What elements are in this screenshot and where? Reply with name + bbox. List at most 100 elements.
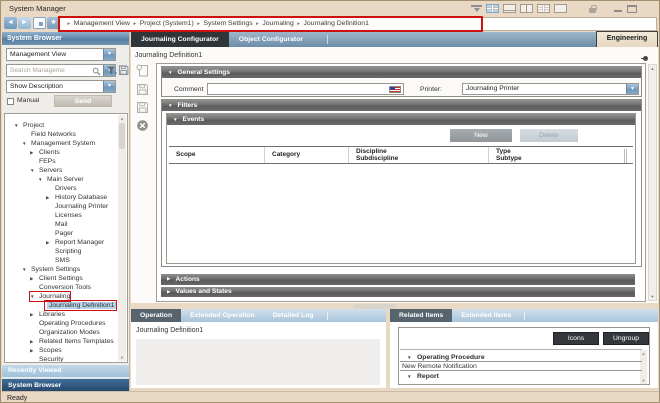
tree-item[interactable]: SMS (5, 256, 118, 265)
chevron-down-icon[interactable]: ▼ (103, 49, 115, 60)
tree-item[interactable]: ▶Libraries (5, 310, 118, 319)
layout-hsplit-icon[interactable] (503, 4, 516, 13)
layout-vsplit-icon[interactable] (520, 4, 533, 13)
tab-extended-operation[interactable]: Extended Operation (181, 309, 264, 322)
chevron-down-icon[interactable]: ▼ (626, 84, 638, 94)
tree-item[interactable]: Scripting (5, 247, 118, 256)
tree-item[interactable]: ▶History Database (5, 193, 118, 202)
expanded-arrow-icon[interactable]: ▼ (14, 121, 23, 130)
icons-button[interactable]: Icons (553, 332, 599, 345)
chevron-down-icon[interactable]: ▼ (103, 81, 115, 92)
dock-layout-icon[interactable] (471, 5, 482, 13)
tree-item[interactable]: Journaling Definition1 (5, 301, 118, 310)
collapsed-arrow-icon[interactable]: ▶ (30, 346, 39, 355)
tree-item[interactable]: ▶Report Manager (5, 238, 118, 247)
general-settings-header[interactable]: ▼ General Settings (162, 67, 641, 78)
column-header-scope[interactable]: Scope (169, 147, 265, 163)
new-button[interactable]: New (450, 129, 512, 142)
collapsed-arrow-icon[interactable]: ▶ (46, 238, 55, 247)
minimize-button[interactable] (614, 5, 623, 13)
tree-item[interactable]: ▼Servers (5, 166, 118, 175)
check-in-icon[interactable] (136, 64, 150, 78)
description-selector[interactable]: Show Description ▼ (6, 80, 116, 93)
layout-grid-active-icon[interactable] (486, 4, 499, 13)
tab-related-items[interactable]: Related Items (390, 309, 452, 322)
save-all-icon[interactable] (136, 101, 150, 115)
forward-button[interactable]: ► (18, 17, 31, 29)
ungroup-button[interactable]: Ungroup (603, 332, 649, 345)
tree-item[interactable]: ▼Journaling (5, 292, 118, 301)
filter-funnel-icon[interactable] (106, 65, 117, 76)
filters-header[interactable]: ▼ Filters (162, 100, 641, 111)
back-button[interactable]: ◄ (4, 17, 17, 29)
tree-item[interactable]: ▶Related Items Templates (5, 337, 118, 346)
related-group-header[interactable]: ▼Operating Procedure (400, 352, 642, 362)
tab-extended-items[interactable]: Extended Items (452, 309, 520, 322)
expanded-arrow-icon[interactable]: ▼ (38, 175, 47, 184)
cancel-circle-icon[interactable] (136, 119, 150, 133)
layout-grid-icon[interactable] (537, 4, 550, 13)
tree-item[interactable]: Mail (5, 220, 118, 229)
tab-journaling-configurator[interactable]: Journaling Configurator (131, 32, 229, 47)
expanded-arrow-icon[interactable]: ▼ (407, 372, 417, 380)
tree-item[interactable]: Pager (5, 229, 118, 238)
breadcrumb-item[interactable]: Project (System1) (140, 20, 194, 27)
manual-checkbox[interactable] (7, 98, 14, 105)
scroll-down-icon[interactable]: ▼ (118, 354, 126, 361)
scroll-down-icon[interactable]: ▼ (649, 294, 656, 299)
expanded-arrow-icon[interactable]: ▼ (30, 166, 39, 175)
delete-button[interactable]: Delete (520, 129, 578, 142)
printer-dropdown[interactable]: Journaling Printer ▼ (462, 83, 639, 95)
expanded-arrow-icon[interactable]: ▼ (22, 139, 31, 148)
column-header-category[interactable]: Category (265, 147, 349, 163)
related-item[interactable]: New Remote Notification (400, 362, 642, 371)
tree-item[interactable]: ▶Client Settings (5, 274, 118, 283)
breadcrumb-item[interactable]: Management View (74, 20, 130, 27)
layout-single-icon[interactable] (554, 4, 567, 13)
send-button[interactable]: Send (54, 95, 112, 107)
collapsed-arrow-icon[interactable]: ▶ (30, 337, 39, 346)
expanded-arrow-icon[interactable]: ▼ (30, 292, 39, 301)
tree-item[interactable]: FEPs (5, 157, 118, 166)
tree-item[interactable]: ▼Management System (5, 139, 118, 148)
scroll-up-icon[interactable]: ▲ (649, 66, 656, 71)
breadcrumb-item[interactable]: System Settings (203, 20, 252, 27)
column-header-discipline[interactable]: DisciplineSubdiscipline (349, 147, 489, 163)
maximize-button[interactable] (627, 5, 637, 13)
recently-viewed-bar[interactable]: Recently Viewed (2, 365, 129, 377)
collapsed-arrow-icon[interactable]: ▶ (30, 310, 39, 319)
tree-item[interactable]: ▶Scopes (5, 346, 118, 355)
scroll-up-icon[interactable]: ▲ (118, 115, 126, 122)
tab-operation[interactable]: Operation (131, 309, 181, 322)
tree-scrollbar[interactable]: ▲ ▼ (118, 115, 126, 361)
column-resize-lines[interactable] (624, 149, 627, 163)
scroll-thumb[interactable] (119, 123, 125, 149)
view-selector[interactable]: Management View ▼ (6, 48, 116, 61)
tree-item[interactable]: Licenses (5, 211, 118, 220)
tree-item[interactable]: Drivers (5, 184, 118, 193)
tree-item[interactable]: Field Networks (5, 130, 118, 139)
history-icon[interactable] (33, 17, 46, 29)
values-states-section-header[interactable]: ▶ Values and States (161, 287, 635, 298)
collapsed-arrow-icon[interactable]: ▶ (30, 148, 39, 157)
engineering-mode-tab[interactable]: Engineering (596, 31, 658, 47)
breadcrumb-item[interactable]: Journaling (262, 20, 293, 27)
actions-section-header[interactable]: ▶ Actions (161, 274, 635, 285)
system-browser-bar[interactable]: System Browser (2, 378, 129, 391)
events-header[interactable]: ▼ Events (167, 114, 635, 125)
tree-item[interactable]: Conversion Tools (5, 283, 118, 292)
tree-item[interactable]: ▶Clients (5, 148, 118, 157)
pin-icon[interactable] (641, 56, 648, 61)
save-icon[interactable] (136, 83, 150, 97)
tab-object-configurator[interactable]: Object Configurator (229, 32, 313, 47)
tree-item[interactable]: ▼Main Server (5, 175, 118, 184)
column-header-type[interactable]: TypeSubtype (489, 147, 627, 163)
collapsed-arrow-icon[interactable]: ▶ (30, 274, 39, 283)
tree-item[interactable]: Journaling Printer (5, 202, 118, 211)
search-input[interactable] (7, 65, 91, 76)
breadcrumb-item[interactable]: Journaling Definition1 (304, 20, 369, 27)
save-search-icon[interactable] (118, 64, 129, 76)
tab-detailed-log[interactable]: Detailed Log (264, 309, 323, 322)
tree-item[interactable]: Security (5, 355, 118, 363)
related-group-header[interactable]: ▼Report (400, 371, 642, 380)
